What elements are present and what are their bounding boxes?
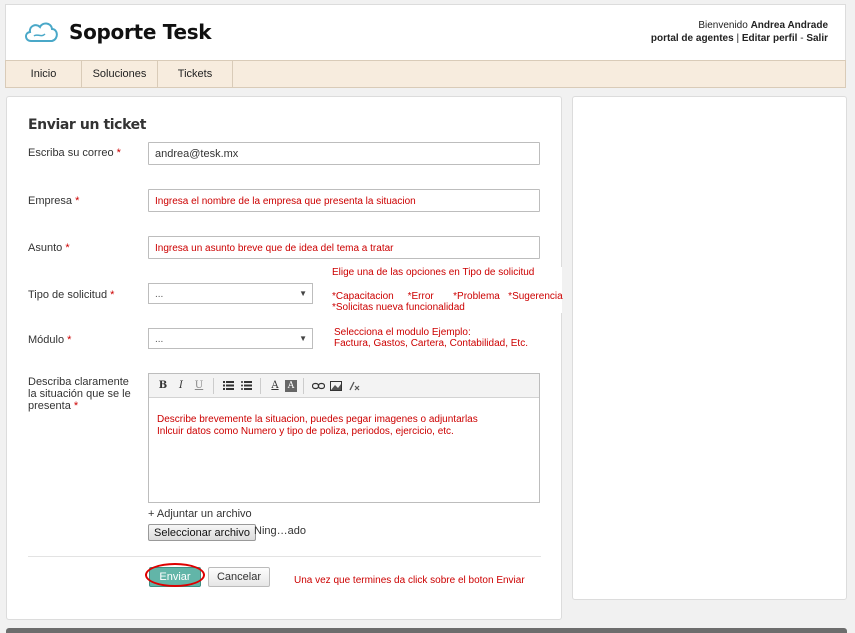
asunto-field[interactable]: Ingresa un asunto breve que de idea del … <box>148 236 540 259</box>
description-editor: B I U A A Describe brevemente la situaci… <box>148 373 540 503</box>
editor-content[interactable]: Describe brevemente la situacion, puedes… <box>149 398 539 454</box>
numbered-list-button[interactable] <box>220 378 236 394</box>
remove-format-button[interactable] <box>346 378 362 394</box>
modulo-help-note: Selecciona el modulo Ejemplo: Factura, G… <box>334 327 528 349</box>
tipo-label: Tipo de solicitud * <box>28 289 115 301</box>
file-status-text: Ning…ado <box>254 525 306 537</box>
link-icon <box>311 382 325 389</box>
cloud-logo-icon <box>25 22 58 42</box>
chevron-down-icon: ▼ <box>299 334 307 343</box>
attach-file-link[interactable]: + Adjuntar un archivo <box>148 508 252 520</box>
modulo-label: Módulo * <box>28 334 72 346</box>
logout-link[interactable]: Salir <box>806 33 828 44</box>
main-nav: Inicio Soluciones Tickets <box>5 60 846 88</box>
edit-profile-link[interactable]: Editar perfil <box>742 33 798 44</box>
modulo-select[interactable]: ... ▼ <box>148 328 313 349</box>
toolbar-divider <box>303 377 304 394</box>
toolbar-divider <box>213 377 214 394</box>
nav-item-soluciones[interactable]: Soluciones <box>82 61 158 87</box>
tipo-help-note: Elige una de las opciones en Tipo de sol… <box>332 267 563 313</box>
image-icon <box>330 380 342 391</box>
send-highlight-ring <box>145 563 205 587</box>
welcome-prefix: Bienvenido <box>698 20 748 31</box>
form-title: Enviar un ticket <box>28 117 147 133</box>
email-label: Escriba su correo * <box>28 147 121 159</box>
italic-button[interactable]: I <box>173 378 189 394</box>
agent-portal-link[interactable]: portal de agentes <box>651 33 734 44</box>
chevron-down-icon: ▼ <box>299 289 307 298</box>
editor-toolbar: B I U A A <box>149 374 539 398</box>
nav-item-tickets[interactable]: Tickets <box>158 61 233 87</box>
empresa-label: Empresa * <box>28 195 80 207</box>
submit-help-note: Una vez que termines da click sobre el b… <box>294 575 525 586</box>
empresa-field[interactable]: Ingresa el nombre de la empresa que pres… <box>148 189 540 212</box>
numbered-list-icon <box>222 381 234 390</box>
form-divider <box>28 556 541 557</box>
tipo-select[interactable]: ... ▼ <box>148 283 313 304</box>
image-button[interactable] <box>328 378 344 394</box>
toolbar-divider <box>260 377 261 394</box>
sidebar-panel <box>572 96 847 600</box>
email-field[interactable]: andrea@tesk.mx <box>148 142 540 165</box>
bullet-list-icon <box>240 381 252 390</box>
choose-file-button[interactable]: Seleccionar archivo <box>148 524 256 541</box>
bold-button[interactable]: B <box>155 378 171 394</box>
underline-button[interactable]: U <box>191 378 207 394</box>
bullet-list-button[interactable] <box>238 378 254 394</box>
asunto-label: Asunto * <box>28 242 70 254</box>
app-title: Soporte Tesk <box>69 20 212 44</box>
remove-format-icon <box>349 381 360 390</box>
nav-item-inicio[interactable]: Inicio <box>6 61 82 87</box>
link-button[interactable] <box>310 378 326 394</box>
page-header: Soporte Tesk Bienvenido Andrea Andrade p… <box>5 4 846 60</box>
font-color-button[interactable]: A <box>267 378 283 394</box>
footer-bar <box>6 628 847 633</box>
welcome-block: Bienvenido Andrea Andrade portal de agen… <box>650 20 828 44</box>
user-name: Andrea Andrade <box>750 20 828 31</box>
descripcion-label: Describa claramente la situación que se … <box>28 376 131 412</box>
cancel-button[interactable]: Cancelar <box>208 567 270 587</box>
ticket-form-panel: Enviar un ticket Escriba su correo * and… <box>6 96 563 620</box>
bg-color-button[interactable]: A <box>285 379 297 392</box>
